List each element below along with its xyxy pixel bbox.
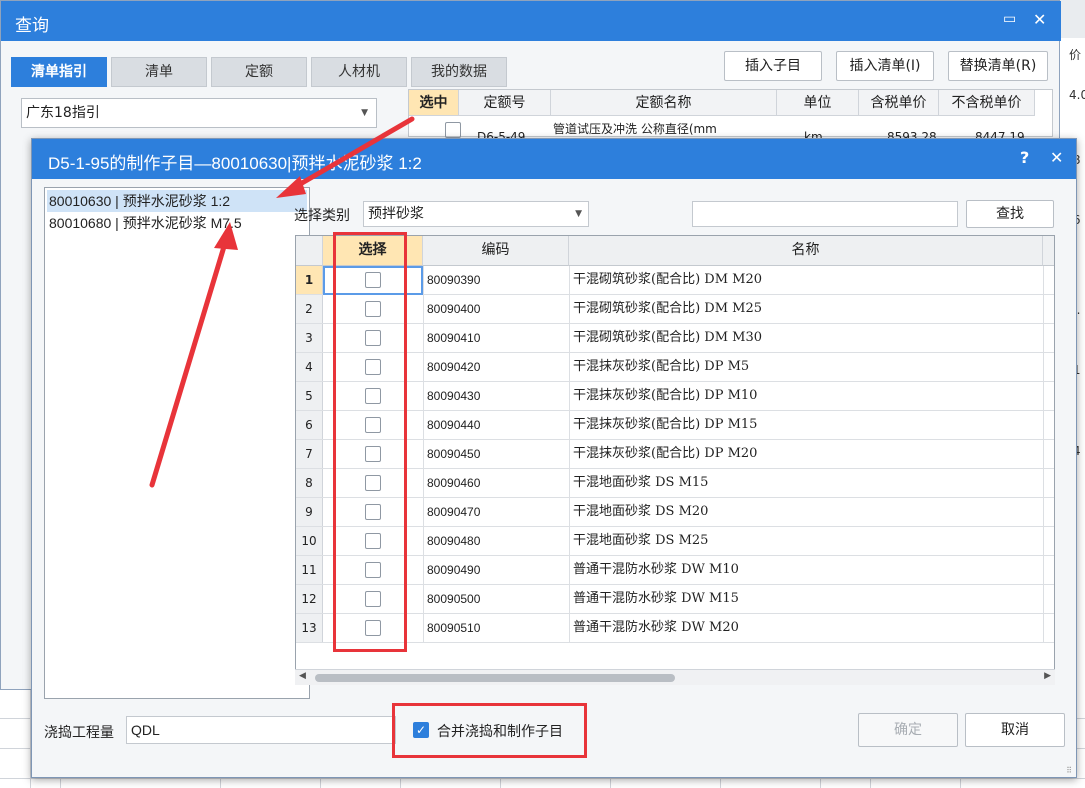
arrowhead-icon [276,176,306,198]
arrow-to-list-item [287,116,415,193]
annotation-arrows [149,116,415,488]
arrowhead-icon [214,222,238,250]
arrow-to-second-item [149,237,229,488]
